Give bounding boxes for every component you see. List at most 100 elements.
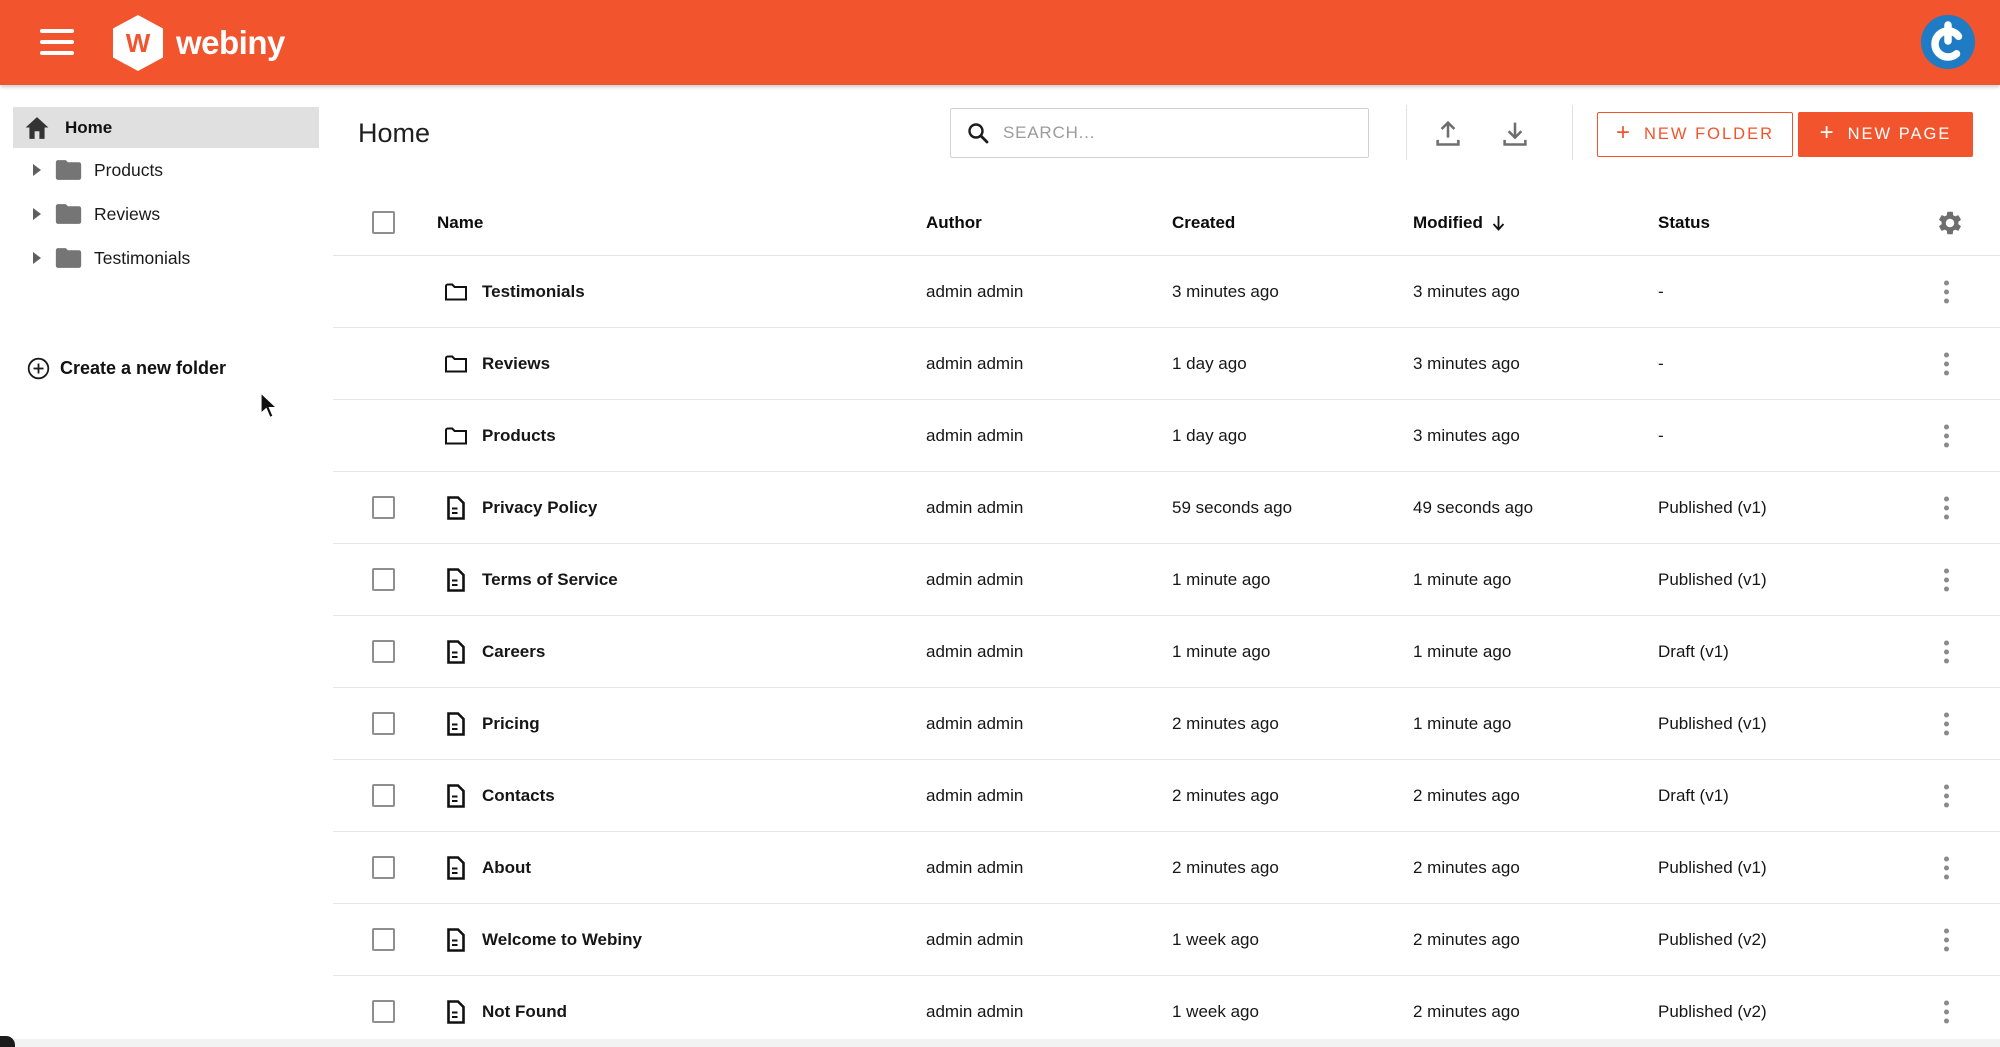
page-icon xyxy=(443,495,469,521)
row-created: 1 minute ago xyxy=(1172,570,1270,590)
row-actions-menu-button[interactable] xyxy=(1940,852,1953,883)
row-created: 59 seconds ago xyxy=(1172,498,1292,518)
sidebar-item-home[interactable]: Home xyxy=(13,107,319,148)
row-author: admin admin xyxy=(926,714,1023,734)
page-title: Home xyxy=(358,118,430,149)
main-content: Home + NEW FO xyxy=(333,85,2000,1047)
sidebar-folder-label: Products xyxy=(94,160,163,181)
row-modified: 1 minute ago xyxy=(1413,642,1511,662)
row-actions-menu-button[interactable] xyxy=(1940,276,1953,307)
row-checkbox[interactable] xyxy=(372,496,395,519)
row-name[interactable]: Not Found xyxy=(482,1002,567,1022)
table-row[interactable]: Products admin admin 1 day ago 3 minutes… xyxy=(333,400,2000,472)
new-folder-button[interactable]: + NEW FOLDER xyxy=(1597,112,1793,157)
sidebar: Home Products Reviews Testimonials xyxy=(0,85,333,1047)
row-checkbox[interactable] xyxy=(372,640,395,663)
search-input[interactable] xyxy=(1003,123,1368,143)
sidebar-folder-label: Reviews xyxy=(94,204,160,225)
table-row[interactable]: Welcome to Webiny admin admin 1 week ago… xyxy=(333,904,2000,976)
column-header-status[interactable]: Status xyxy=(1658,213,1710,233)
page-icon xyxy=(443,567,469,593)
folder-filled-icon xyxy=(55,159,82,181)
row-name[interactable]: Terms of Service xyxy=(482,570,618,590)
table-settings-gear-icon[interactable] xyxy=(1936,209,1964,237)
row-actions-menu-button[interactable] xyxy=(1940,564,1953,595)
column-header-created[interactable]: Created xyxy=(1172,213,1235,233)
column-header-name[interactable]: Name xyxy=(437,213,483,233)
row-actions-menu-button[interactable] xyxy=(1940,996,1953,1027)
row-actions-menu-button[interactable] xyxy=(1940,924,1953,955)
row-actions-menu-button[interactable] xyxy=(1940,708,1953,739)
row-name[interactable]: Welcome to Webiny xyxy=(482,930,642,950)
row-checkbox[interactable] xyxy=(372,856,395,879)
search-icon xyxy=(966,121,990,145)
row-type-icon xyxy=(443,855,469,881)
row-checkbox[interactable] xyxy=(372,928,395,951)
modified-label: Modified xyxy=(1413,213,1483,233)
select-all-checkbox[interactable] xyxy=(372,211,395,234)
caret-right-icon[interactable] xyxy=(33,252,41,264)
folder-icon xyxy=(443,423,469,449)
row-actions-menu-button[interactable] xyxy=(1940,780,1953,811)
toolbar-divider xyxy=(1572,105,1573,160)
row-name[interactable]: Careers xyxy=(482,642,545,662)
row-type-icon xyxy=(443,351,469,377)
bottom-strip xyxy=(0,1039,2000,1047)
sidebar-home-label: Home xyxy=(65,118,112,138)
row-author: admin admin xyxy=(926,354,1023,374)
sidebar-folder-products[interactable]: Products xyxy=(0,148,333,192)
row-author: admin admin xyxy=(926,498,1023,518)
sidebar-folder-testimonials[interactable]: Testimonials xyxy=(0,236,333,280)
row-type-icon xyxy=(443,999,469,1025)
row-actions-menu-button[interactable] xyxy=(1940,348,1953,379)
table-row[interactable]: Terms of Service admin admin 1 minute ag… xyxy=(333,544,2000,616)
hamburger-menu-icon[interactable] xyxy=(40,27,74,57)
row-checkbox[interactable] xyxy=(372,568,395,591)
user-avatar-icon[interactable] xyxy=(1920,14,1976,70)
table-row[interactable]: Not Found admin admin 1 week ago 2 minut… xyxy=(333,976,2000,1047)
column-header-author[interactable]: Author xyxy=(926,213,982,233)
row-modified: 3 minutes ago xyxy=(1413,426,1520,446)
table-row[interactable]: About admin admin 2 minutes ago 2 minute… xyxy=(333,832,2000,904)
table-row[interactable]: Careers admin admin 1 minute ago 1 minut… xyxy=(333,616,2000,688)
row-name[interactable]: Testimonials xyxy=(482,282,585,302)
column-header-modified[interactable]: Modified xyxy=(1413,213,1506,233)
row-actions-menu-button[interactable] xyxy=(1940,420,1953,451)
row-checkbox[interactable] xyxy=(372,784,395,807)
row-name[interactable]: Pricing xyxy=(482,714,540,734)
sidebar-folder-reviews[interactable]: Reviews xyxy=(0,192,333,236)
caret-right-icon[interactable] xyxy=(33,208,41,220)
row-name[interactable]: Reviews xyxy=(482,354,550,374)
table-row[interactable]: Testimonials admin admin 3 minutes ago 3… xyxy=(333,256,2000,328)
page-icon xyxy=(443,999,469,1025)
row-created: 1 day ago xyxy=(1172,426,1247,446)
table-row[interactable]: Reviews admin admin 1 day ago 3 minutes … xyxy=(333,328,2000,400)
row-type-icon xyxy=(443,783,469,809)
row-name[interactable]: Contacts xyxy=(482,786,555,806)
row-type-icon xyxy=(443,711,469,737)
create-new-folder-button[interactable]: Create a new folder xyxy=(0,348,226,388)
row-name[interactable]: Privacy Policy xyxy=(482,498,597,518)
row-actions-menu-button[interactable] xyxy=(1940,636,1953,667)
table-row[interactable]: Contacts admin admin 2 minutes ago 2 min… xyxy=(333,760,2000,832)
caret-right-icon[interactable] xyxy=(33,164,41,176)
row-name[interactable]: Products xyxy=(482,426,556,446)
import-upload-icon[interactable] xyxy=(1433,118,1463,148)
table-row[interactable]: Privacy Policy admin admin 59 seconds ag… xyxy=(333,472,2000,544)
row-checkbox[interactable] xyxy=(372,712,395,735)
svg-text:W: W xyxy=(126,28,151,58)
row-actions-menu-button[interactable] xyxy=(1940,492,1953,523)
table-row[interactable]: Pricing admin admin 2 minutes ago 1 minu… xyxy=(333,688,2000,760)
table-header: Name Author Created Modified Status xyxy=(333,190,2000,256)
row-checkbox[interactable] xyxy=(372,1000,395,1023)
export-download-icon[interactable] xyxy=(1500,118,1530,148)
row-type-icon xyxy=(443,279,469,305)
row-type-icon xyxy=(443,423,469,449)
toolbar-divider xyxy=(1406,105,1407,160)
new-page-button[interactable]: + NEW PAGE xyxy=(1798,112,1973,157)
row-modified: 2 minutes ago xyxy=(1413,786,1520,806)
row-created: 1 day ago xyxy=(1172,354,1247,374)
row-modified: 1 minute ago xyxy=(1413,570,1511,590)
row-name[interactable]: About xyxy=(482,858,531,878)
row-modified: 49 seconds ago xyxy=(1413,498,1533,518)
